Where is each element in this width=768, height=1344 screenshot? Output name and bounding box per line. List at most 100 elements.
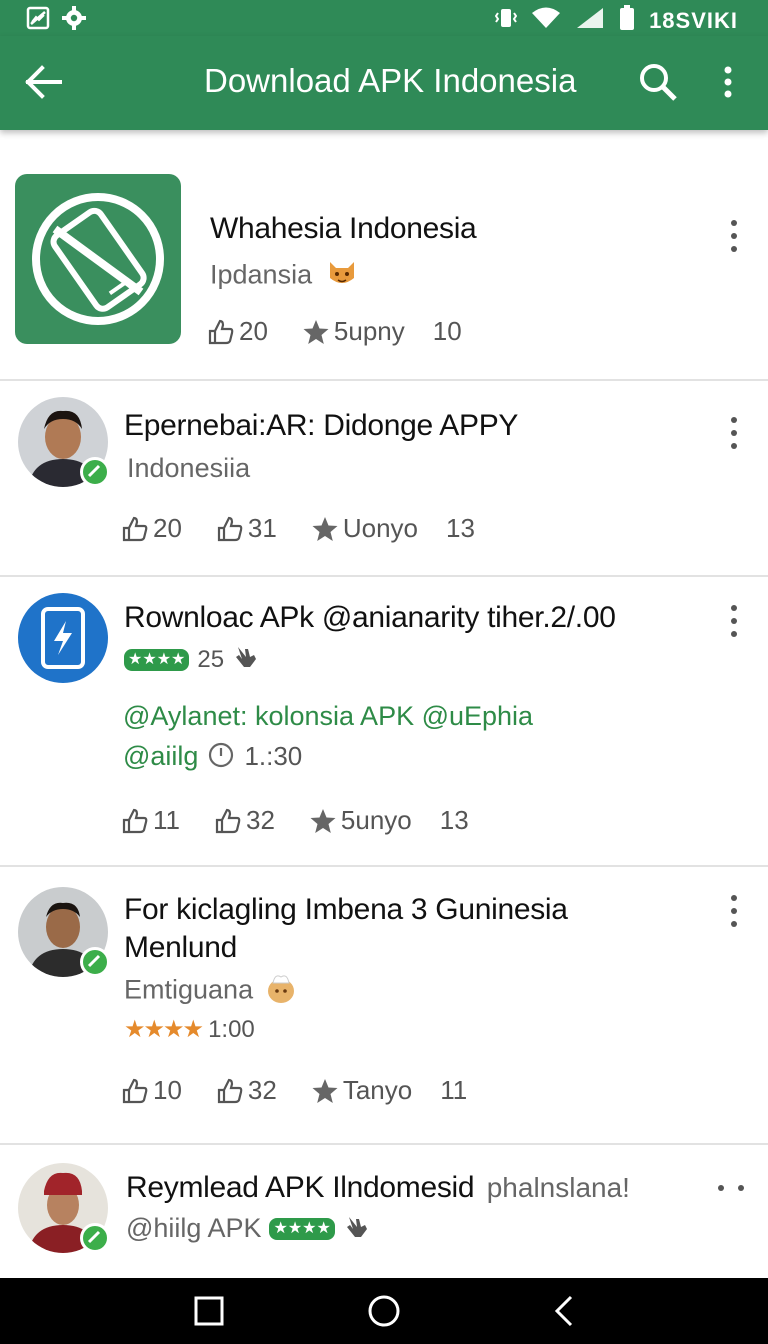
item-menu-icon[interactable] [718, 1183, 744, 1193]
timer-icon [208, 740, 234, 773]
rating-stat: 5upny [302, 316, 405, 347]
item-menu-icon[interactable] [726, 605, 742, 637]
rating-stat: 5unyo [309, 805, 412, 836]
item-subtitle: Emtiguana [124, 971, 297, 1012]
overflow-menu-icon[interactable] [716, 62, 740, 102]
list-item[interactable]: Epernebai:AR: Didonge APPY Indonesiia 20… [0, 381, 768, 577]
item-title: For kiclagling Imbena 3 Guninesia [124, 893, 568, 926]
wifi-icon [531, 6, 561, 36]
rating-label: 5unyo [340, 805, 412, 835]
rating-stat: Tanyo [311, 1075, 412, 1106]
item-title-suffix: phalnslana! [486, 1172, 630, 1203]
avatar [18, 397, 110, 487]
rating-stars-pill: ★★★★ [269, 1217, 335, 1240]
item-title: Reymlead APK Ilndomesid [126, 1171, 475, 1204]
thumbs-up-icon [208, 319, 234, 344]
list-item[interactable]: For kiclagling Imbena 3 Guninesia Menlun… [0, 867, 768, 1145]
like-stat[interactable]: 32 [216, 1075, 277, 1106]
verified-badge-icon [80, 457, 110, 487]
app-bar: Download APK Indonesia [0, 36, 768, 130]
status-time: 18SVIKI [649, 8, 738, 33]
home-button[interactable] [367, 1294, 401, 1328]
rating-label: Uonyo [342, 513, 418, 543]
stat-count: 13 [446, 513, 475, 543]
rating-label: 5upny [333, 316, 405, 346]
signal-icon [575, 6, 605, 36]
rating-label: Tanyo [342, 1075, 413, 1105]
list-item[interactable]: Rownloac APk @anianarity tiher.2/.00 ★★★… [0, 577, 768, 867]
item-description: @Aylanet: kolonsia APK @uEphia [123, 701, 534, 731]
rating-value: 1:00 [208, 1015, 255, 1043]
like-count: 31 [247, 513, 277, 543]
rating-count: 25 [197, 645, 225, 673]
like-count: 10 [153, 1075, 182, 1105]
time-text: 1.:30 [244, 741, 303, 771]
thumbs-up-icon [215, 808, 241, 833]
item-subtitle: Ipdansia [210, 258, 358, 295]
item-stats: 11 32 5unyo 13 [121, 805, 469, 836]
list-item[interactable]: Whahesia Indonesia Ipdansia 20 5upny 10 [0, 130, 768, 381]
rating-row: ★★★★ 25 [124, 643, 260, 676]
item-stats: 20 5upny 10 [207, 316, 462, 347]
rating-stars-pill: ★★★★ [124, 648, 190, 671]
thumbs-up-icon [122, 516, 148, 541]
item-stats: 20 31 Uonyo 13 [121, 513, 475, 544]
image-notification-icon [26, 6, 50, 35]
like-count: 20 [153, 513, 182, 543]
star-icon [312, 516, 338, 541]
item-menu-icon[interactable] [726, 220, 742, 252]
like-stat[interactable]: 31 [216, 513, 277, 544]
like-count: 11 [153, 805, 180, 835]
settings-notification-icon [62, 6, 86, 35]
like-count: 20 [239, 316, 268, 346]
page-title: Download APK Indonesia [204, 62, 577, 99]
like-stat[interactable]: 20 [207, 316, 268, 347]
star-icon [310, 808, 336, 833]
like-stat[interactable]: 32 [214, 805, 275, 836]
item-subtitle: @hiilg APK [126, 1213, 262, 1243]
rating-stars: ★★★★ [124, 1016, 204, 1043]
rating-row: ★★★★ 1:00 [124, 1015, 255, 1044]
thumbs-up-icon [217, 516, 243, 541]
thumbs-up-icon [217, 1078, 243, 1103]
like-stat[interactable]: 20 [121, 513, 182, 544]
tap-hand-icon [343, 1213, 371, 1244]
like-stat[interactable]: 11 [121, 805, 180, 836]
item-subtitle-row: @hiilg APK ★★★★ [126, 1213, 371, 1244]
stat-count: 10 [432, 316, 462, 346]
item-title-row: Reymlead APK Ilndomesid phalnslana! [126, 1171, 630, 1205]
recents-button[interactable] [192, 1294, 226, 1328]
list-item[interactable]: Reymlead APK Ilndomesid phalnslana! @hii… [0, 1145, 768, 1278]
like-count: 32 [246, 805, 275, 835]
item-title: Rownloac APk @anianarity tiher.2/.00 [124, 601, 616, 634]
avatar [18, 887, 110, 977]
item-menu-icon[interactable] [726, 417, 742, 449]
item-title: Epernebai:AR: Didonge APPY [124, 409, 519, 442]
item-stats: 10 32 Tanyo 11 [121, 1075, 467, 1106]
item-menu-icon[interactable] [726, 895, 742, 927]
system-nav-bar [0, 1278, 768, 1344]
rating-stat: Uonyo [311, 513, 418, 544]
app-icon [15, 174, 181, 344]
back-button[interactable] [549, 1294, 583, 1328]
cookie-emoji-icon [265, 971, 297, 1012]
item-handle: @aiilg [123, 741, 199, 771]
cat-emoji-icon [326, 258, 358, 295]
like-stat[interactable]: 10 [121, 1075, 182, 1106]
vibrate-icon [494, 6, 518, 36]
item-meta-row: @aiilg 1.:30 [123, 740, 302, 773]
star-icon [303, 319, 329, 344]
search-icon[interactable] [638, 62, 678, 102]
item-subtitle: Indonesiia [127, 453, 251, 483]
thumbs-up-icon [122, 808, 148, 833]
like-count: 32 [247, 1075, 277, 1105]
stat-count: 13 [439, 805, 469, 835]
back-arrow-icon[interactable] [24, 64, 64, 100]
battery-icon [619, 5, 635, 37]
app-icon [18, 593, 108, 683]
star-icon [312, 1078, 338, 1103]
status-bar: 18SVIKI [0, 0, 768, 36]
item-title: Whahesia Indonesia [210, 212, 477, 245]
item-title-continued: Menlund [124, 931, 237, 964]
verified-badge-icon [80, 1223, 110, 1253]
